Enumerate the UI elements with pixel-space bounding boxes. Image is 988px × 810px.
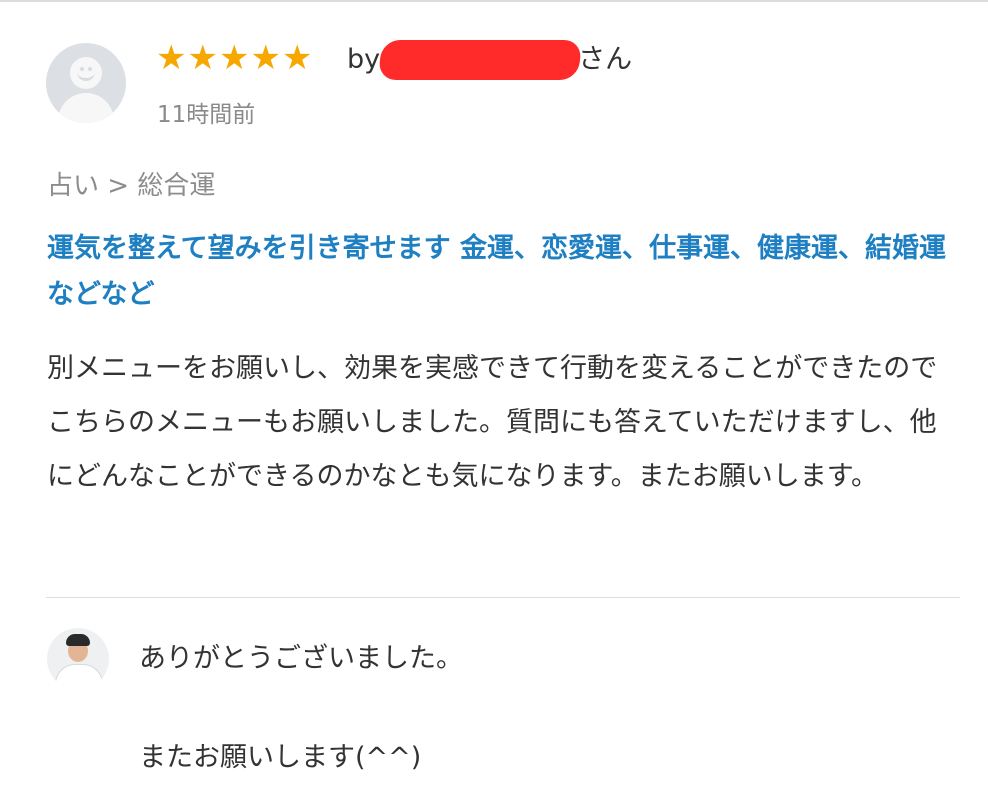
- avatar-body-shape: [58, 93, 114, 123]
- service-title-link[interactable]: 運気を整えて望みを引き寄せます 金運、恋愛運、仕事運、健康運、結婚運などなど: [47, 226, 952, 318]
- review-timestamp: 11時間前: [157, 102, 256, 128]
- avatar-hair-shape: [66, 634, 90, 646]
- redacted-username: [378, 40, 583, 80]
- star-icon: ★: [156, 38, 187, 78]
- category-breadcrumb[interactable]: 占い > 総合運: [47, 165, 215, 202]
- star-icon: ★: [218, 38, 250, 78]
- star-icon: ★: [250, 38, 281, 78]
- by-prefix: by: [347, 44, 381, 75]
- seller-reply-line-2: またお願いします(^^): [139, 742, 422, 773]
- reviewer-avatar-icon: [46, 43, 126, 123]
- seller-avatar: [47, 628, 109, 690]
- seller-reply-line-1: ありがとうございました。: [139, 643, 463, 674]
- avatar-eye-right: [88, 67, 92, 71]
- avatar-shirt-shape: [55, 664, 103, 690]
- star-icon: ★: [281, 38, 313, 78]
- honorific-suffix: さん: [578, 44, 633, 75]
- star-icon: ★: [187, 38, 218, 78]
- reply-divider: [46, 597, 960, 598]
- top-divider: [0, 0, 988, 2]
- review-body: 別メニューをお願いし、効果を実感できて行動を変えることができたのでこちらのメニュ…: [47, 353, 938, 492]
- reviewer-byline: by さん: [347, 40, 632, 80]
- avatar-eye-left: [80, 67, 84, 71]
- star-rating: ★ ★ ★ ★ ★: [156, 38, 312, 78]
